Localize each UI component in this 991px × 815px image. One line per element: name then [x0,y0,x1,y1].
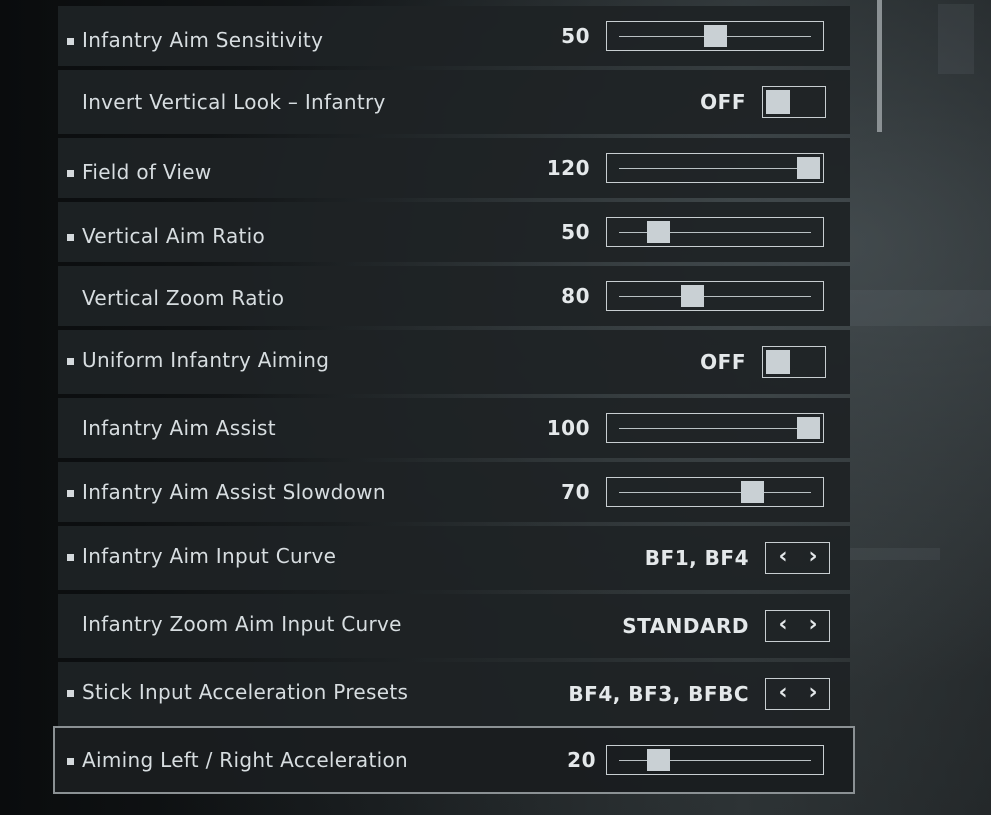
setting-label: Infantry Aim Input Curve [82,544,337,568]
modified-indicator-icon [67,690,74,697]
modified-indicator-icon [67,758,74,765]
slider-handle[interactable] [797,417,820,439]
setting-label: Vertical Aim Ratio [82,224,266,248]
chevron-left-icon[interactable]: ‹ [768,679,798,709]
slider-handle[interactable] [797,157,820,179]
setting-label: Infantry Aim Assist [82,416,276,440]
option-stepper: ‹ › [765,610,830,642]
setting-label: Vertical Zoom Ratio [82,286,285,310]
setting-value: BF1, BF4 [644,546,749,570]
slider-track [619,428,811,429]
setting-label: Uniform Infantry Aiming [82,348,330,372]
slider-handle[interactable] [647,221,670,243]
scrollbar-thumb[interactable] [877,0,882,132]
setting-row[interactable]: Infantry Aim Assist Slowdown 70 [58,462,850,522]
modified-indicator-icon [67,38,74,45]
setting-value: 70 [561,480,590,504]
setting-label: Aiming Left / Right Acceleration [82,748,408,772]
setting-value: 50 [561,24,590,48]
setting-label: Stick Input Acceleration Presets [82,680,409,704]
setting-row[interactable]: Aiming Left / Right Acceleration 20 [53,726,855,794]
modified-indicator-icon [67,234,74,241]
slider-handle[interactable] [647,749,670,771]
value-slider[interactable] [606,217,824,247]
setting-row[interactable]: Infantry Aim Assist 100 [58,398,850,458]
option-stepper: ‹ › [765,678,830,710]
value-slider[interactable] [606,21,824,51]
modified-indicator-icon [67,358,74,365]
slider-track [619,296,811,297]
chevron-right-icon[interactable]: › [798,543,828,573]
slider-handle[interactable] [681,285,704,307]
slider-track [619,492,811,493]
chevron-left-icon[interactable]: ‹ [768,611,798,641]
modified-indicator-icon [67,554,74,561]
setting-value: OFF [700,350,746,374]
value-slider[interactable] [606,745,824,775]
chevron-right-icon[interactable]: › [798,611,828,641]
slider-handle[interactable] [704,25,727,47]
setting-value: OFF [700,90,746,114]
setting-value: 20 [567,748,596,772]
setting-label: Invert Vertical Look – Infantry [82,90,386,114]
value-slider[interactable] [606,477,824,507]
background-light-strip [850,290,991,326]
option-stepper: ‹ › [765,542,830,574]
setting-value: 120 [546,156,590,180]
modified-indicator-icon [67,170,74,177]
toggle-knob [766,90,790,114]
setting-label: Field of View [82,160,212,184]
toggle-knob [766,350,790,374]
setting-value: BF4, BF3, BFBC [568,682,749,706]
setting-value: 100 [546,416,590,440]
slider-track [619,168,811,169]
value-slider[interactable] [606,281,824,311]
setting-row[interactable]: Infantry Aim Sensitivity 50 [58,6,850,66]
chevron-right-icon[interactable]: › [798,679,828,709]
setting-label: Infantry Aim Sensitivity [82,28,324,52]
value-slider[interactable] [606,413,824,443]
setting-value: 50 [561,220,590,244]
setting-row[interactable]: Uniform Infantry Aiming OFF [58,330,850,394]
setting-value: STANDARD [622,614,749,638]
setting-value: 80 [561,284,590,308]
setting-row[interactable]: Infantry Zoom Aim Input Curve STANDARD ‹ › [58,594,850,658]
toggle-switch[interactable] [762,346,826,378]
setting-row[interactable]: Field of View 120 [58,138,850,198]
value-slider[interactable] [606,153,824,183]
toggle-switch[interactable] [762,86,826,118]
modified-indicator-icon [67,490,74,497]
setting-row[interactable]: Invert Vertical Look – Infantry OFF [58,70,850,134]
setting-row[interactable]: Vertical Zoom Ratio 80 [58,266,850,326]
background-floor-marking [850,548,940,560]
setting-label: Infantry Aim Assist Slowdown [82,480,386,504]
chevron-left-icon[interactable]: ‹ [768,543,798,573]
setting-row[interactable]: Infantry Aim Input Curve BF1, BF4 ‹ › [58,526,850,590]
setting-label: Infantry Zoom Aim Input Curve [82,612,402,636]
background-light [938,4,974,74]
setting-row[interactable]: Vertical Aim Ratio 50 [58,202,850,262]
setting-row[interactable]: Stick Input Acceleration Presets BF4, BF3… [58,662,850,726]
slider-handle[interactable] [741,481,764,503]
